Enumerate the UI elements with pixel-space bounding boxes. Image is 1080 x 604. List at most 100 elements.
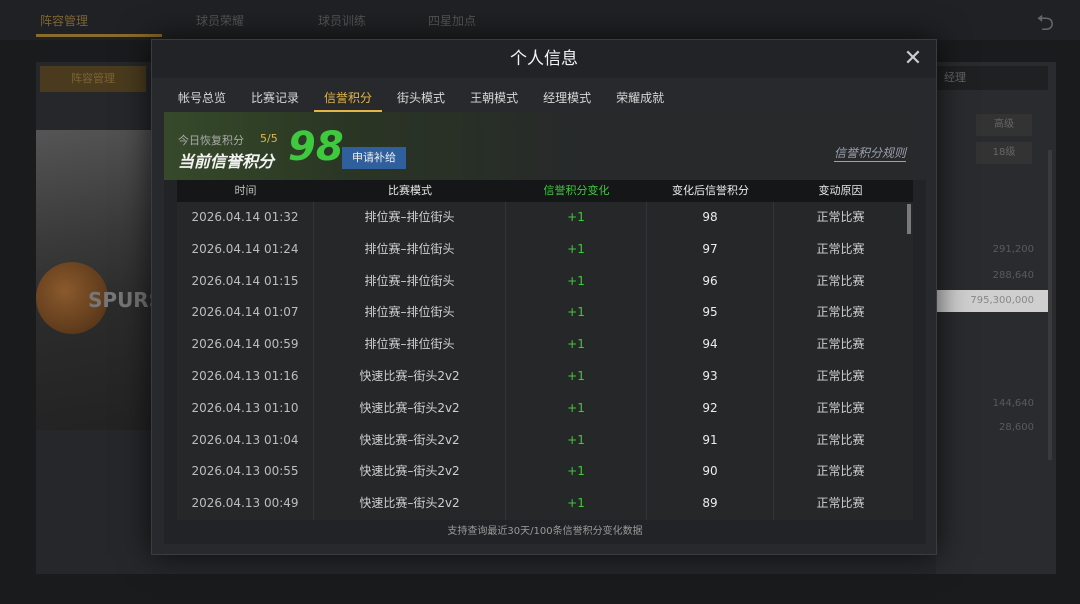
cell-after: 94	[647, 329, 774, 361]
bg-right-number: 291,200	[992, 244, 1034, 255]
modal-tabs: 帐号总览 比赛记录 信誉积分 街头模式 王朝模式 经理模式 荣耀成就	[168, 86, 679, 112]
bg-right-highlight: 795,300,000	[936, 290, 1048, 312]
current-credit-label: 当前信誉积分	[178, 152, 275, 171]
cell-time: 2026.04.13 00:55	[177, 456, 314, 489]
query-limit-note: 支持查询最近30天/100条信誉积分变化数据	[447, 526, 643, 537]
cell-time: 2026.04.14 00:59	[177, 329, 314, 361]
credit-content: 今日恢复积分 5/5 当前信誉积分 98 申请补给 信誉积分规则 时间 比赛模式…	[164, 112, 926, 544]
bg-right-number: 288,640	[992, 270, 1034, 281]
table-row: 2026.04.14 01:32 排位赛–排位街头 +1 98 正常比赛	[177, 202, 913, 234]
cell-reason: 正常比赛	[816, 496, 865, 511]
modal-title: 个人信息	[152, 40, 936, 78]
cell-after: 97	[647, 233, 774, 266]
cell-mode: 排位赛–排位街头	[314, 297, 506, 330]
today-recovery-value: 5/5	[260, 132, 278, 145]
cell-after: 96	[647, 265, 774, 298]
cell-after: 91	[647, 424, 774, 457]
cell-mode: 排位赛–排位街头	[314, 265, 506, 298]
cell-change: +1	[506, 329, 647, 361]
header-after: 变化后信誉积分	[672, 184, 749, 197]
cell-after: 92	[647, 392, 774, 425]
today-recovery-label: 今日恢复积分	[178, 134, 244, 147]
table-scrollbar[interactable]	[907, 204, 911, 234]
cell-reason: 正常比赛	[816, 305, 865, 320]
bg-tab-training[interactable]: 球员训练	[318, 12, 366, 29]
tab-street-mode[interactable]: 街头模式	[387, 86, 455, 112]
bg-right-number: 144,640	[992, 398, 1034, 409]
bg-tab-lineup[interactable]: 阵容管理	[40, 12, 88, 29]
apply-supply-button[interactable]: 申请补给	[342, 147, 406, 169]
cell-time: 2026.04.13 01:10	[177, 392, 314, 425]
cell-reason: 正常比赛	[816, 273, 865, 288]
cell-time: 2026.04.14 01:24	[177, 233, 314, 266]
cell-reason: 正常比赛	[816, 241, 865, 256]
credit-summary: 今日恢复积分 5/5 当前信誉积分 98 申请补给 信誉积分规则	[164, 112, 926, 180]
table-row: 2026.04.13 01:16 快速比赛–街头2v2 +1 93 正常比赛	[177, 360, 913, 393]
table-row: 2026.04.13 01:04 快速比赛–街头2v2 +1 91 正常比赛	[177, 424, 913, 457]
cell-change: +1	[506, 392, 647, 425]
cell-time: 2026.04.13 00:49	[177, 488, 314, 520]
cell-change: +1	[506, 360, 647, 393]
bg-right-button-1[interactable]: 高级	[976, 114, 1032, 136]
table-row: 2026.04.13 00:49 快速比赛–街头2v2 +1 89 正常比赛	[177, 488, 913, 520]
cell-reason: 正常比赛	[816, 368, 865, 383]
tab-account-overview[interactable]: 帐号总览	[168, 86, 236, 112]
cell-reason: 正常比赛	[816, 400, 865, 415]
cell-change: +1	[506, 488, 647, 520]
tab-manager-mode[interactable]: 经理模式	[533, 86, 601, 112]
cell-mode: 排位赛–排位街头	[314, 202, 506, 234]
cell-change: +1	[506, 202, 647, 234]
cell-change: +1	[506, 297, 647, 330]
tab-match-records[interactable]: 比赛记录	[241, 86, 309, 112]
cell-reason: 正常比赛	[816, 464, 865, 479]
cell-time: 2026.04.14 01:07	[177, 297, 314, 330]
cell-after: 98	[647, 202, 774, 234]
header-time: 时间	[234, 184, 257, 197]
close-icon[interactable]: ✕	[902, 48, 924, 70]
bg-tab-underline	[36, 34, 162, 37]
cell-after: 93	[647, 360, 774, 393]
cell-change: +1	[506, 456, 647, 489]
cell-reason: 正常比赛	[816, 432, 865, 447]
table-row: 2026.04.14 01:24 排位赛–排位街头 +1 97 正常比赛	[177, 233, 913, 266]
cell-mode: 快速比赛–街头2v2	[314, 392, 506, 425]
table-row: 2026.04.14 01:15 排位赛–排位街头 +1 96 正常比赛	[177, 265, 913, 298]
cell-time: 2026.04.14 01:15	[177, 265, 314, 298]
table-row: 2026.04.13 01:10 快速比赛–街头2v2 +1 92 正常比赛	[177, 392, 913, 425]
background-top-nav: 阵容管理 球员荣耀 球员训练 四星加点 ⮌	[0, 0, 1080, 40]
tab-credit-score[interactable]: 信誉积分	[314, 86, 383, 112]
bg-tab-fourstar[interactable]: 四星加点	[428, 12, 476, 29]
tab-dynasty-mode[interactable]: 王朝模式	[460, 86, 528, 112]
cell-after: 90	[647, 456, 774, 489]
bg-right-dropdown[interactable]: 经理	[936, 66, 1048, 90]
cell-mode: 快速比赛–街头2v2	[314, 360, 506, 393]
bg-right-number: 28,600	[999, 422, 1034, 433]
credit-rules-link[interactable]: 信誉积分规则	[833, 144, 906, 162]
cell-reason: 正常比赛	[816, 337, 865, 352]
header-change: 信誉积分变化	[543, 184, 610, 197]
cell-mode: 排位赛–排位街头	[314, 329, 506, 361]
bg-left-tab[interactable]: 阵容管理	[40, 66, 146, 92]
cell-time: 2026.04.13 01:04	[177, 424, 314, 457]
background-right-panel	[936, 62, 1056, 574]
table-body[interactable]: 2026.04.14 01:32 排位赛–排位街头 +1 98 正常比赛 2026.04.…	[177, 202, 913, 520]
bg-scrollbar[interactable]	[1048, 150, 1052, 460]
cell-change: +1	[506, 233, 647, 266]
bg-right-button-2[interactable]: 18级	[976, 142, 1032, 164]
cell-mode: 快速比赛–街头2v2	[314, 424, 506, 457]
table-row: 2026.04.14 00:59 排位赛–排位街头 +1 94 正常比赛	[177, 329, 913, 361]
credit-score-value: 98	[288, 124, 344, 170]
cell-time: 2026.04.14 01:32	[177, 202, 314, 234]
table-row: 2026.04.13 00:55 快速比赛–街头2v2 +1 90 正常比赛	[177, 456, 913, 489]
table-row: 2026.04.14 01:07 排位赛–排位街头 +1 95 正常比赛	[177, 297, 913, 330]
cell-mode: 排位赛–排位街头	[314, 233, 506, 266]
cell-after: 95	[647, 297, 774, 330]
cell-time: 2026.04.13 01:16	[177, 360, 314, 393]
bg-tab-glory[interactable]: 球员荣耀	[196, 12, 244, 29]
cell-change: +1	[506, 424, 647, 457]
personal-info-modal: 个人信息 ✕ 帐号总览 比赛记录 信誉积分 街头模式 王朝模式 经理模式 荣耀成…	[151, 39, 937, 555]
cell-mode: 快速比赛–街头2v2	[314, 456, 506, 489]
tab-glory-achievements[interactable]: 荣耀成就	[606, 86, 674, 112]
credit-history-table: 时间 比赛模式 信誉积分变化 变化后信誉积分 变动原因 2026.04.14 0…	[177, 180, 913, 520]
back-icon[interactable]: ⮌	[1036, 6, 1054, 44]
